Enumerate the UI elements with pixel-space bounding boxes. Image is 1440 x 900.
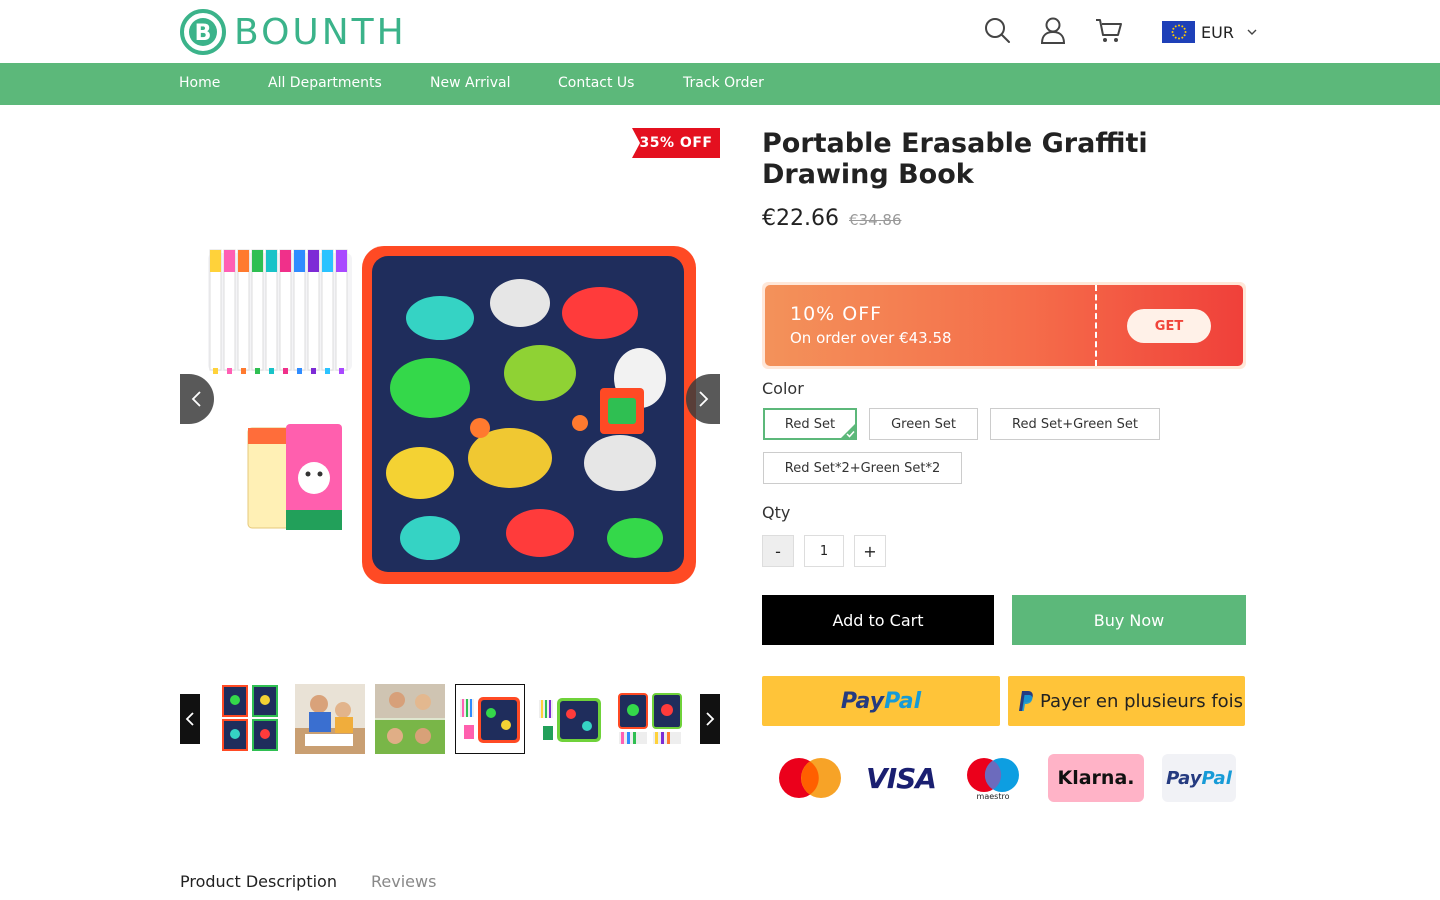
color-option-label: Red Set*2+Green Set*2	[784, 460, 941, 476]
color-option-green-set[interactable]: Green Set	[869, 408, 978, 440]
paylater-text: Payer en plusieurs fois	[1040, 690, 1244, 712]
chevron-right-icon	[699, 391, 709, 407]
thumbnail-6[interactable]	[615, 684, 685, 754]
thumbnail-image	[375, 684, 445, 754]
color-option-label: Green Set	[891, 416, 956, 432]
thumbnail-3[interactable]	[375, 684, 445, 754]
tab-reviews[interactable]: Reviews	[371, 872, 436, 891]
qty-decrease-button[interactable]: -	[762, 535, 794, 567]
account-icon[interactable]	[1039, 16, 1067, 44]
thumbnail-image	[456, 685, 524, 753]
cart-icon[interactable]	[1095, 16, 1123, 44]
search-icon[interactable]	[983, 16, 1011, 44]
product-photo	[208, 246, 696, 584]
thumbs-prev-button[interactable]	[180, 694, 200, 744]
nav-new-arrival[interactable]: New Arrival	[430, 75, 510, 91]
eu-flag-icon	[1162, 21, 1195, 43]
mastercard-icon	[779, 758, 841, 798]
thumbnail-image	[215, 684, 285, 754]
eraser-packs-illustration	[247, 424, 342, 530]
color-option-double-set[interactable]: Red Set*2+Green Set*2	[763, 452, 962, 484]
svg-text:B: B	[195, 21, 212, 46]
nav-contact-us[interactable]: Contact Us	[558, 75, 634, 91]
qty-label: Qty	[762, 503, 791, 522]
thumbnail-image	[535, 684, 605, 754]
visa-logo: VISA	[864, 752, 938, 804]
visa-wordmark: VISA	[866, 761, 937, 795]
add-to-cart-button[interactable]: Add to Cart	[762, 595, 994, 645]
main-nav: Home All Departments New Arrival Contact…	[0, 63, 1440, 105]
color-option-label: Red Set+Green Set	[1012, 416, 1138, 432]
nav-track-order[interactable]: Track Order	[683, 75, 764, 91]
thumbnail-1[interactable]	[215, 684, 285, 754]
drawing-book-illustration	[362, 246, 696, 584]
paypal-p-icon	[1019, 691, 1033, 711]
buy-now-button[interactable]: Buy Now	[1012, 595, 1246, 645]
klarna-wordmark: Klarna.	[1057, 767, 1135, 789]
logo-text: BOUNTH	[234, 11, 407, 53]
thumbnail-4-selected[interactable]	[455, 684, 525, 754]
chevron-down-icon	[1247, 29, 1257, 35]
thumbnail-image	[615, 684, 685, 754]
coupon-subtitle: On order over €43.58	[790, 329, 952, 347]
klarna-logo: Klarna.	[1048, 752, 1144, 804]
chevron-left-icon	[185, 712, 194, 726]
logo-mark-icon: B	[180, 9, 226, 55]
maestro-icon	[967, 757, 1019, 792]
paypal-logo-wordmark: PayPal	[1166, 767, 1232, 789]
markers-illustration	[208, 249, 352, 374]
currency-selector[interactable]: EUR	[1162, 20, 1258, 44]
color-label: Color	[762, 379, 804, 398]
product-price: €22.66	[762, 206, 839, 231]
color-option-red-set[interactable]: Red Set	[763, 408, 857, 440]
thumbs-next-button[interactable]	[700, 694, 720, 744]
nav-all-departments[interactable]: All Departments	[268, 75, 382, 91]
qty-increase-button[interactable]: +	[854, 535, 886, 567]
paypal-logo: PayPal	[1162, 752, 1236, 804]
nav-home[interactable]: Home	[179, 75, 220, 91]
coupon-title: 10% OFF	[790, 303, 883, 325]
thumbnail-2[interactable]	[295, 684, 365, 754]
discount-badge: 35% OFF	[632, 128, 720, 158]
color-option-red-green-set[interactable]: Red Set+Green Set	[990, 408, 1160, 440]
chevron-right-icon	[706, 712, 715, 726]
paypal-wordmark: PayPal	[840, 688, 922, 714]
paypal-button[interactable]: PayPal	[762, 676, 1000, 726]
qty-input[interactable]: 1	[804, 535, 844, 567]
site-header: B BOUNTH EUR	[0, 0, 1440, 63]
site-logo[interactable]: B BOUNTH	[180, 9, 407, 55]
thumbnail-image	[295, 684, 365, 754]
product-title: Portable Erasable Graffiti Drawing Book	[762, 128, 1148, 190]
maestro-wordmark: maestro	[976, 791, 1010, 801]
coupon-get-button[interactable]: GET	[1127, 309, 1211, 343]
coupon-divider	[1095, 285, 1097, 366]
maestro-logo: maestro	[960, 752, 1026, 804]
thumbnail-5[interactable]	[535, 684, 605, 754]
color-option-label: Red Set	[784, 416, 836, 432]
coupon-banner: 10% OFF On order over €43.58 GET	[762, 282, 1246, 369]
mastercard-logo	[774, 752, 846, 804]
main-product-image[interactable]	[180, 128, 720, 668]
chevron-left-icon	[191, 391, 201, 407]
currency-label: EUR	[1201, 22, 1234, 42]
original-price: €34.86	[849, 211, 902, 229]
selected-check-icon	[840, 423, 856, 439]
tab-product-description[interactable]: Product Description	[180, 872, 337, 891]
paypal-pay-later-button[interactable]: Payer en plusieurs fois	[1008, 676, 1245, 726]
